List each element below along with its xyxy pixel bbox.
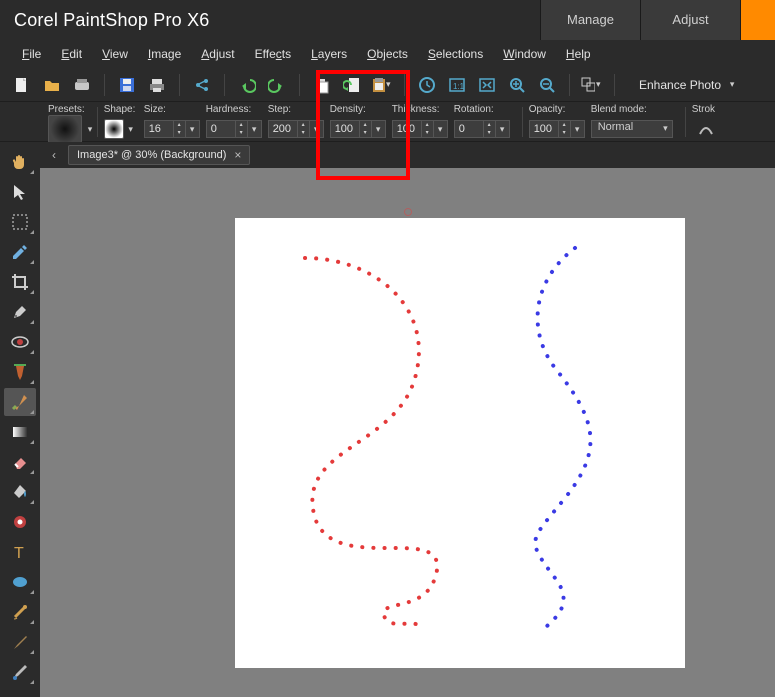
dropper-tool-icon[interactable] (4, 238, 36, 266)
menu-window[interactable]: Window (493, 43, 556, 65)
hardness-input[interactable] (206, 120, 236, 138)
workspace-adjust-button[interactable]: Adjust (640, 0, 740, 40)
history-undo-icon[interactable] (340, 73, 364, 97)
step-stepper[interactable]: ▴▾ (268, 119, 324, 139)
paste-icon[interactable] (370, 73, 394, 97)
size-stepper[interactable]: ▴▾ (144, 119, 200, 139)
clone-tool-icon[interactable] (4, 358, 36, 386)
enhance-photo-button[interactable]: Enhance Photo (633, 74, 745, 96)
step-input[interactable] (268, 120, 298, 138)
size-label: Size: (144, 104, 200, 116)
svg-text:T: T (14, 545, 24, 562)
pointer-tool-icon[interactable] (4, 178, 36, 206)
opacity-stepper[interactable]: ▴▾ (529, 119, 585, 139)
thickness-stepper[interactable]: ▴▾ (392, 119, 448, 139)
scan-icon[interactable] (70, 73, 94, 97)
actual-size-icon[interactable]: 1:1 (445, 73, 469, 97)
rotation-stepper[interactable]: ▴▾ (454, 119, 510, 139)
thickness-label: Thickness: (392, 104, 448, 116)
tool-palette: T (0, 142, 40, 697)
copy-icon[interactable] (310, 73, 334, 97)
text-tool-icon[interactable]: T (4, 538, 36, 566)
picture-tube-tool-icon[interactable] (4, 508, 36, 536)
blue-brush-stroke (535, 248, 590, 628)
doc-tab-prev-icon[interactable]: ‹ (46, 148, 62, 162)
stroke-label: Strok (692, 104, 716, 116)
menu-bar: File Edit View Image Adjust Effects Laye… (0, 40, 775, 68)
document-tab-label: Image3* @ 30% (Background) (77, 149, 226, 161)
blend-mode-select[interactable]: Normal (591, 120, 673, 138)
document-tabbar: ‹ Image3* @ 30% (Background) × (40, 142, 775, 168)
zoom-in-icon[interactable] (505, 73, 529, 97)
shape-dropdown[interactable] (104, 119, 124, 139)
rotation-center-marker (404, 208, 412, 216)
menu-image[interactable]: Image (138, 43, 191, 65)
red-brush-stroke (305, 258, 437, 628)
menu-adjust[interactable]: Adjust (191, 43, 244, 65)
density-label: Density: (330, 104, 386, 116)
blend-label: Blend mode: (591, 104, 673, 116)
svg-text:1:1: 1:1 (453, 82, 465, 91)
menu-file[interactable]: File (12, 43, 51, 65)
opacity-label: Opacity: (529, 104, 585, 116)
pen-tool-icon[interactable] (4, 298, 36, 326)
rotation-label: Rotation: (454, 104, 510, 116)
workspace-manage-button[interactable]: Manage (540, 0, 640, 40)
hardness-stepper[interactable]: ▴▾ (206, 119, 262, 139)
pan-tool-icon[interactable] (4, 148, 36, 176)
presets-dropdown[interactable] (48, 115, 82, 143)
oil-brush-tool-icon[interactable] (4, 658, 36, 686)
redo-icon[interactable] (265, 73, 289, 97)
fit-window-icon[interactable] (475, 73, 499, 97)
stroke-settings-icon[interactable] (696, 119, 716, 139)
hardness-label: Hardness: (206, 104, 262, 116)
thickness-input[interactable] (392, 120, 422, 138)
rotation-input[interactable] (454, 120, 484, 138)
density-input[interactable] (330, 120, 360, 138)
menu-help[interactable]: Help (556, 43, 601, 65)
menu-view[interactable]: View (92, 43, 138, 65)
paintbrush-tool-icon[interactable] (4, 388, 36, 416)
fill-tool-icon[interactable] (4, 478, 36, 506)
opacity-input[interactable] (529, 120, 559, 138)
menu-edit[interactable]: Edit (51, 43, 92, 65)
menu-layers[interactable]: Layers (301, 43, 357, 65)
open-folder-icon[interactable] (40, 73, 64, 97)
menu-selections[interactable]: Selections (418, 43, 493, 65)
app-title: Corel PaintShop Pro X6 (0, 10, 540, 31)
shape-label: Shape: (104, 104, 138, 116)
options-bar: Presets: Shape: Size: ▴▾ Hardness: ▴▾ St… (0, 102, 775, 142)
share-icon[interactable] (190, 73, 214, 97)
menu-objects[interactable]: Objects (357, 43, 418, 65)
print-icon[interactable] (145, 73, 169, 97)
lighten-tool-icon[interactable] (4, 598, 36, 626)
redeye-tool-icon[interactable] (4, 328, 36, 356)
crop-tool-icon[interactable] (4, 268, 36, 296)
warp-tool-icon[interactable] (4, 628, 36, 656)
main-toolbar: 1:1 Enhance Photo (0, 68, 775, 102)
document-canvas[interactable] (235, 218, 685, 668)
new-file-icon[interactable] (10, 73, 34, 97)
resize-icon[interactable] (580, 73, 604, 97)
shape-tool-icon[interactable] (4, 568, 36, 596)
enhance-photo-label: Enhance Photo (639, 78, 721, 92)
workspace-edit-button[interactable] (740, 0, 775, 40)
canvas-viewport[interactable] (40, 168, 775, 697)
gradient-tool-icon[interactable] (4, 418, 36, 446)
clock-icon[interactable] (415, 73, 439, 97)
selection-tool-icon[interactable] (4, 208, 36, 236)
size-input[interactable] (144, 120, 174, 138)
step-label: Step: (268, 104, 324, 116)
density-stepper[interactable]: ▴▾ (330, 119, 386, 139)
save-icon[interactable] (115, 73, 139, 97)
document-tab[interactable]: Image3* @ 30% (Background) × (68, 145, 250, 165)
eraser-tool-icon[interactable] (4, 448, 36, 476)
undo-icon[interactable] (235, 73, 259, 97)
document-tab-close-icon[interactable]: × (234, 148, 241, 162)
menu-effects[interactable]: Effects (245, 43, 301, 65)
zoom-out-icon[interactable] (535, 73, 559, 97)
